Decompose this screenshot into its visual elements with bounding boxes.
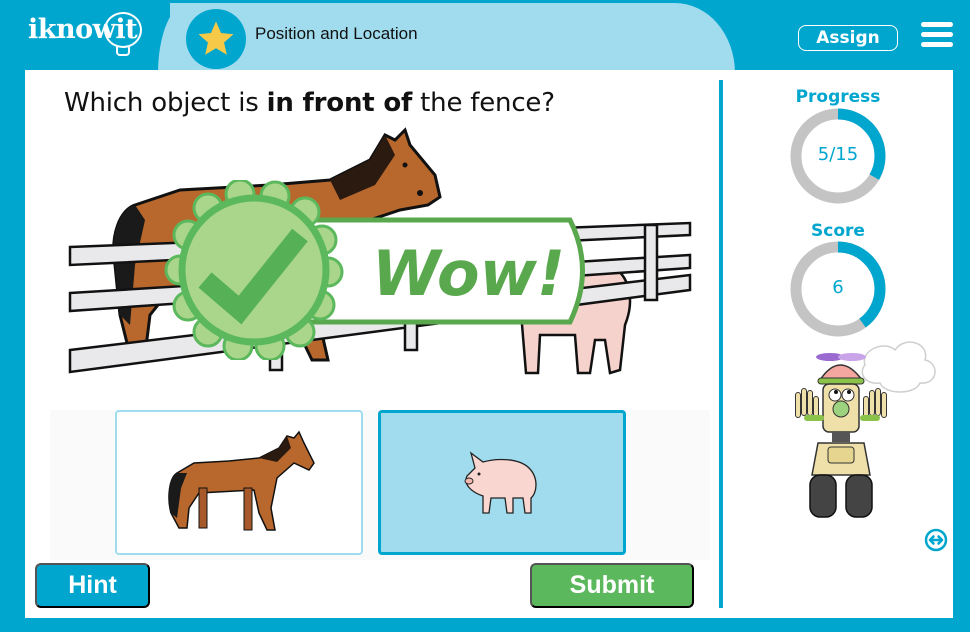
horse-image [168, 430, 315, 531]
star-badge [186, 9, 246, 69]
robot-mascot [795, 341, 936, 518]
progress-label: Progress [795, 87, 881, 107]
frame-edge [0, 632, 980, 640]
choice-horse[interactable] [115, 410, 363, 555]
frame-edge [970, 0, 980, 640]
star-icon [198, 21, 234, 55]
pig-image [464, 450, 537, 514]
question-text: Which object is in front of the fence? [64, 88, 555, 118]
question-emphasis: in front of [266, 88, 413, 118]
menu-bar [921, 42, 953, 47]
wow-feedback-overlay: Wow! [164, 180, 585, 360]
panel-divider [719, 80, 723, 608]
robot-track [809, 474, 837, 518]
menu-bar [921, 22, 953, 27]
choice-pig[interactable] [378, 410, 626, 555]
propeller-icon [816, 353, 866, 361]
hamburger-menu-icon[interactable] [921, 22, 953, 48]
score-label: Score [811, 221, 865, 241]
wow-text: Wow! [372, 237, 565, 310]
cloud-icon [861, 341, 936, 393]
expand-arrows-icon[interactable] [924, 528, 948, 552]
score-value: 6 [832, 277, 844, 298]
progress-value: 5/15 [817, 144, 859, 165]
topic-title: Position and Location [255, 24, 418, 43]
badge-circle [178, 194, 330, 346]
lightbulb-base-icon [116, 47, 130, 56]
submit-button[interactable]: Submit [530, 563, 694, 608]
assign-button[interactable]: Assign [798, 25, 898, 51]
hint-button[interactable]: Hint [35, 563, 150, 608]
lightbulb-icon [104, 12, 142, 48]
robot-track [845, 474, 873, 518]
menu-bar [921, 32, 953, 37]
question-suffix: the fence? [412, 88, 555, 118]
question-prefix: Which object is [64, 88, 267, 118]
